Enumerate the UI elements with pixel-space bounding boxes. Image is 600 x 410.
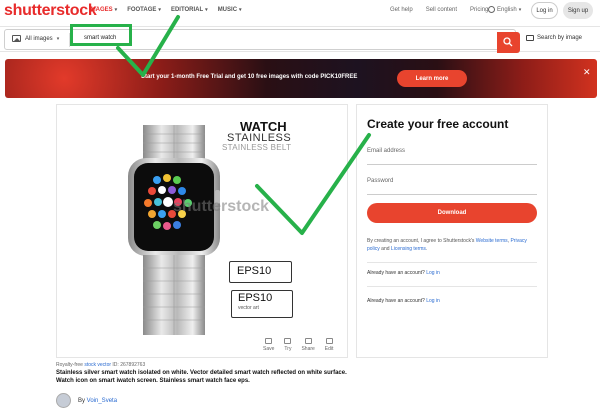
checkmark-icon — [116, 15, 180, 77]
checkmark-icons — [116, 15, 371, 235]
checkmark-icon — [255, 133, 371, 235]
